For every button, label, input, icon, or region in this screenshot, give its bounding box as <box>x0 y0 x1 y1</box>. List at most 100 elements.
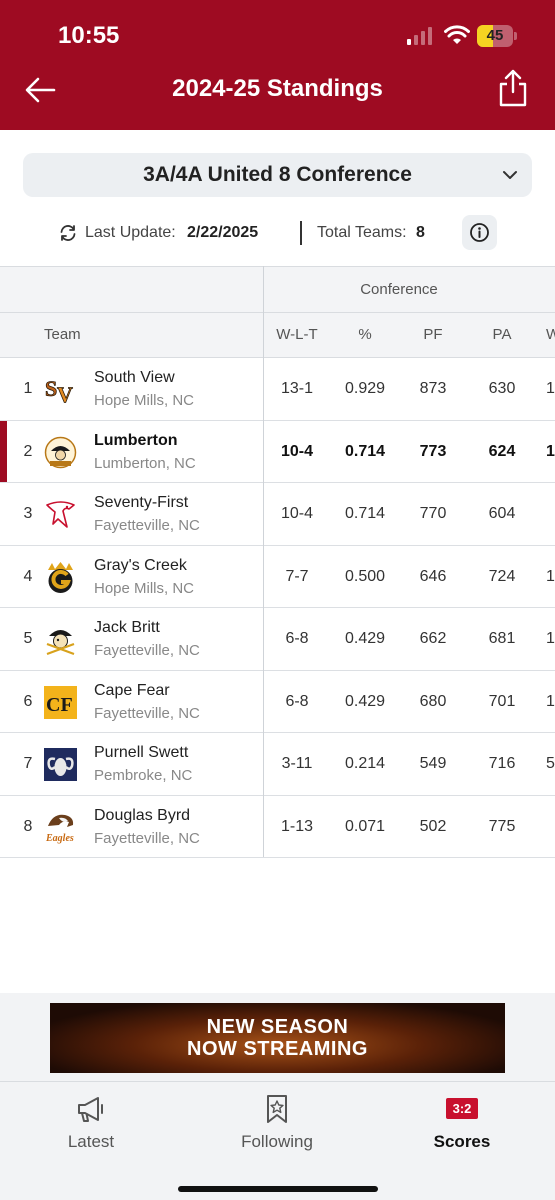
col-team[interactable]: Team <box>44 313 81 357</box>
table-row[interactable]: 7 Purnell Swett Pembroke, NC 3-11 0.214 … <box>0 733 555 796</box>
team-location: Lumberton, NC <box>94 454 196 472</box>
pf-cell: 680 <box>419 692 447 710</box>
last-update-label: Last Update: <box>85 224 176 241</box>
wlt-cell: 10-4 <box>280 505 314 522</box>
home-indicator <box>178 1186 378 1192</box>
battery-icon: 45 <box>477 25 517 47</box>
table-row[interactable]: 5 Jack Britt Fayetteville, NC 6-8 0.429 … <box>0 608 555 671</box>
grays-creek-g-logo <box>48 561 73 593</box>
team-location: Fayetteville, NC <box>94 704 200 722</box>
chevron-down-icon <box>503 171 517 179</box>
ad-line-1: NEW SEASON <box>206 1016 349 1038</box>
rank: 7 <box>23 755 33 772</box>
team-location: Hope Mills, NC <box>94 392 195 409</box>
ad-container: NEW SEASON NOW STREAMING <box>0 993 555 1081</box>
tab-scores[interactable]: 3:2 Scores <box>402 1082 522 1162</box>
status-time: 10:55 <box>58 22 120 49</box>
pct-cell: 0.429 <box>344 630 386 647</box>
conference-group-label: Conference <box>360 281 438 298</box>
overall-cell: 1 <box>546 442 555 460</box>
page-title: 2024-25 Standings <box>172 75 383 102</box>
team-name: Jack Britt <box>94 619 160 636</box>
cape-fear-cf-logo: CF <box>44 685 77 719</box>
selected-row-indicator <box>0 420 7 482</box>
pa-cell: 724 <box>488 567 516 585</box>
scoreboard-icon: 3:2 <box>446 1098 478 1119</box>
ad-banner[interactable]: NEW SEASON NOW STREAMING <box>50 1003 505 1073</box>
pa-cell: 701 <box>488 692 516 710</box>
pf-cell: 873 <box>419 380 447 397</box>
total-teams-count: 8 <box>416 224 425 241</box>
team-location: Fayetteville, NC <box>94 829 200 847</box>
wlt-cell: 13-1 <box>280 380 314 397</box>
overall-cell: 1 <box>546 380 555 397</box>
wlt-cell: 6-8 <box>285 692 309 710</box>
megaphone-icon <box>78 1097 103 1122</box>
rank: 4 <box>23 567 33 585</box>
rank: 8 <box>23 817 33 835</box>
team-location: Pembroke, NC <box>94 767 193 784</box>
pf-cell: 549 <box>419 755 447 772</box>
rank: 3 <box>23 505 33 522</box>
pct-cell: 0.214 <box>344 755 386 772</box>
column-header-row: Team W-L-T % PF PA W <box>0 313 555 358</box>
battery-percent: 45 <box>486 27 504 44</box>
column-group-header: Conference <box>0 266 555 313</box>
tab-label: Following <box>241 1132 313 1151</box>
info-button[interactable] <box>462 215 497 250</box>
pa-cell: 681 <box>488 630 516 647</box>
col-overall-w[interactable]: W <box>546 313 555 357</box>
pct-cell: 0.071 <box>344 817 386 835</box>
svg-text:Eagles: Eagles <box>45 833 74 844</box>
tab-latest[interactable]: Latest <box>31 1082 151 1162</box>
team-name: Seventy-First <box>94 494 189 511</box>
divider <box>300 221 302 245</box>
cellular-signal-icon <box>407 27 432 45</box>
tab-label: Latest <box>67 1132 115 1151</box>
col-wlt[interactable]: W-L-T <box>268 313 326 357</box>
svg-text:S: S <box>45 376 57 401</box>
pf-cell: 773 <box>419 442 447 460</box>
col-pf[interactable]: PF <box>406 313 460 357</box>
table-row[interactable]: 3 Seventy-First Fayetteville, NC 10-4 0.… <box>0 483 555 546</box>
svg-text:CF: CF <box>46 694 73 716</box>
table-row[interactable]: 6 CF Cape Fear Fayetteville, NC 6-8 0.42… <box>0 671 555 733</box>
col-pa[interactable]: PA <box>474 313 530 357</box>
rank: 2 <box>23 442 33 460</box>
table-row-selected[interactable]: 2 Lumberton Lumberton, NC 10-4 0.714 773… <box>0 420 555 483</box>
tab-following[interactable]: Following <box>217 1082 337 1162</box>
col-pct[interactable]: % <box>332 313 398 357</box>
wlt-cell: 3-11 <box>281 755 313 772</box>
buccaneer-logo <box>46 630 75 656</box>
svg-text:V: V <box>57 382 73 407</box>
wlt-cell: 6-8 <box>285 630 309 647</box>
table-row[interactable]: 8 Eagles Douglas Byrd Fayetteville, NC 1… <box>0 796 555 858</box>
pct-cell: 0.929 <box>344 380 386 397</box>
team-location: Fayetteville, NC <box>94 517 200 534</box>
table-row[interactable]: 1 S V South View Hope Mills, NC 13-1 0.9… <box>0 358 555 421</box>
team-name: Purnell Swett <box>94 744 189 761</box>
south-view-logo: S V <box>45 376 74 407</box>
team-name: South View <box>94 369 175 386</box>
update-info-row: Last Update: 2/22/2025 Total Teams: 8 <box>0 215 555 251</box>
share-icon[interactable] <box>496 68 530 108</box>
wlt-cell: 10-4 <box>280 442 314 460</box>
pa-cell: 604 <box>488 505 516 522</box>
pct-cell: 0.714 <box>344 442 386 460</box>
ad-line-2: NOW STREAMING <box>187 1038 368 1060</box>
conference-dropdown[interactable]: 3A/4A United 8 Conference <box>23 153 532 197</box>
pa-cell: 775 <box>488 817 516 835</box>
overall-cell: 1 <box>546 630 555 647</box>
app-header: 10:55 45 2024-25 Standings <box>0 0 555 130</box>
pf-cell: 662 <box>419 630 447 647</box>
table-row[interactable]: 4 Gray's Creek Hope Mills, NC 7-7 0.500 … <box>0 546 555 608</box>
overall-cell: 1 <box>546 567 555 585</box>
team-location: Hope Mills, NC <box>94 579 195 597</box>
rank: 6 <box>23 692 33 710</box>
pa-cell: 624 <box>488 442 516 460</box>
team-name: Gray's Creek <box>94 556 187 574</box>
team-name: Douglas Byrd <box>94 806 191 824</box>
wlt-cell: 1-13 <box>280 817 314 835</box>
refresh-icon[interactable] <box>58 223 78 243</box>
pct-cell: 0.429 <box>344 692 386 710</box>
